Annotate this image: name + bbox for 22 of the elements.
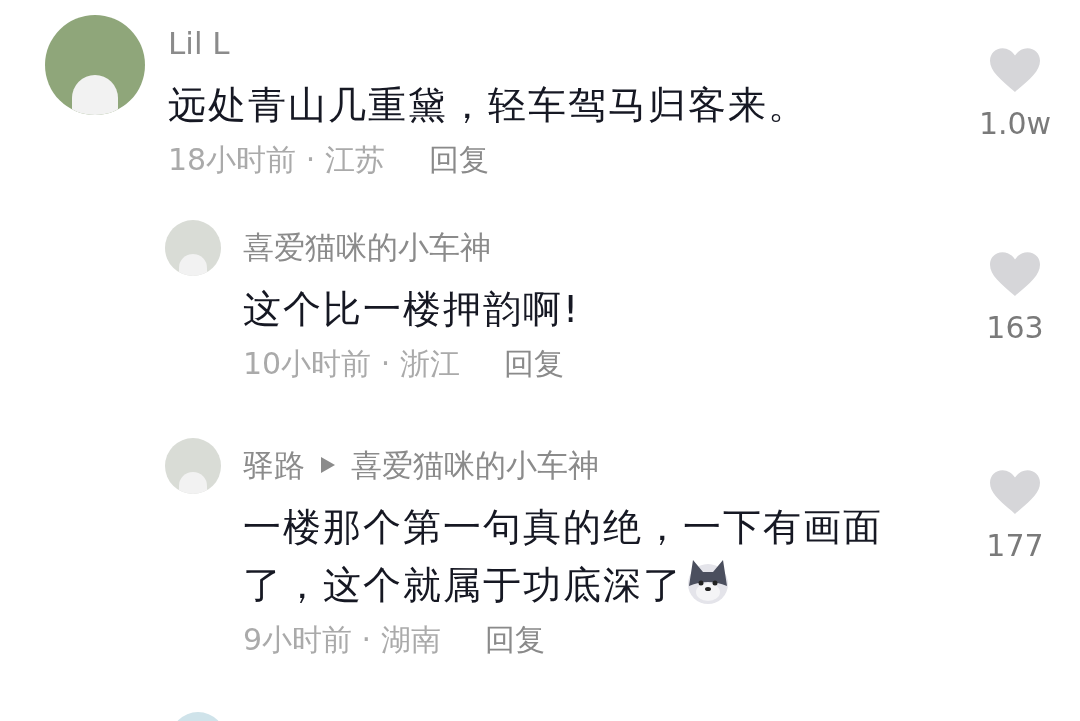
reply-link[interactable]: 回复 <box>428 140 489 180</box>
reply-arrow-icon <box>321 457 335 473</box>
comment-text: 这个比一楼押韵啊! <box>243 286 582 333</box>
like-count: 1.0w <box>978 106 1052 142</box>
reply-target-username[interactable]: 喜爱猫咪的小车神 <box>351 446 599 484</box>
reply-link[interactable]: 回复 <box>503 344 564 384</box>
like-count: 177 <box>986 528 1044 564</box>
comment-meta: 9小时前 · 湖南 <box>243 621 441 659</box>
reply-link[interactable]: 回复 <box>484 620 545 660</box>
heart-icon[interactable] <box>990 470 1040 514</box>
like-count: 163 <box>986 310 1044 346</box>
comment-meta: 18小时前 · 江苏 <box>168 141 385 179</box>
avatar[interactable] <box>165 438 221 494</box>
comment-text: 一楼那个第一句真的绝，一下有画面了，这个就属于功底深了 <box>243 504 884 609</box>
heart-icon[interactable] <box>990 252 1040 296</box>
heart-icon[interactable] <box>990 48 1040 92</box>
username[interactable]: 喜爱猫咪的小车神 <box>243 228 491 266</box>
username[interactable]: Lil L <box>168 24 230 62</box>
username[interactable]: 驿路 <box>243 446 305 484</box>
comment-meta: 10小时前 · 浙江 <box>243 345 460 383</box>
comment-text: 远处青山几重黛，轻车驾马归客来。 <box>168 82 809 129</box>
avatar[interactable] <box>165 220 221 276</box>
